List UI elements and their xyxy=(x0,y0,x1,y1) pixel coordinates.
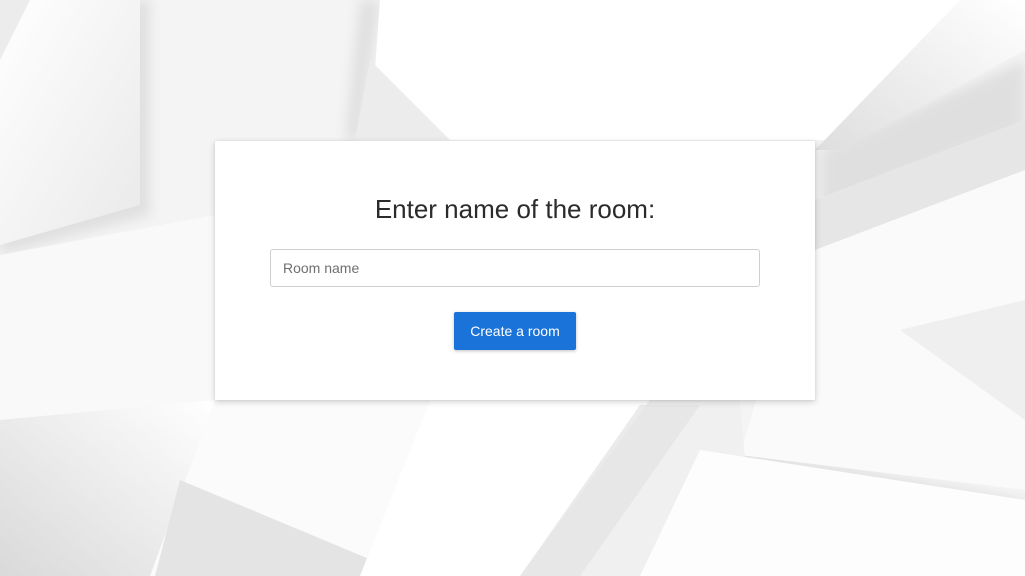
dialog-title: Enter name of the room: xyxy=(374,194,656,224)
room-name-input[interactable] xyxy=(270,249,760,287)
create-room-dialog: Enter name of the room: Create a room xyxy=(215,141,815,400)
create-room-button[interactable]: Create a room xyxy=(454,312,576,350)
